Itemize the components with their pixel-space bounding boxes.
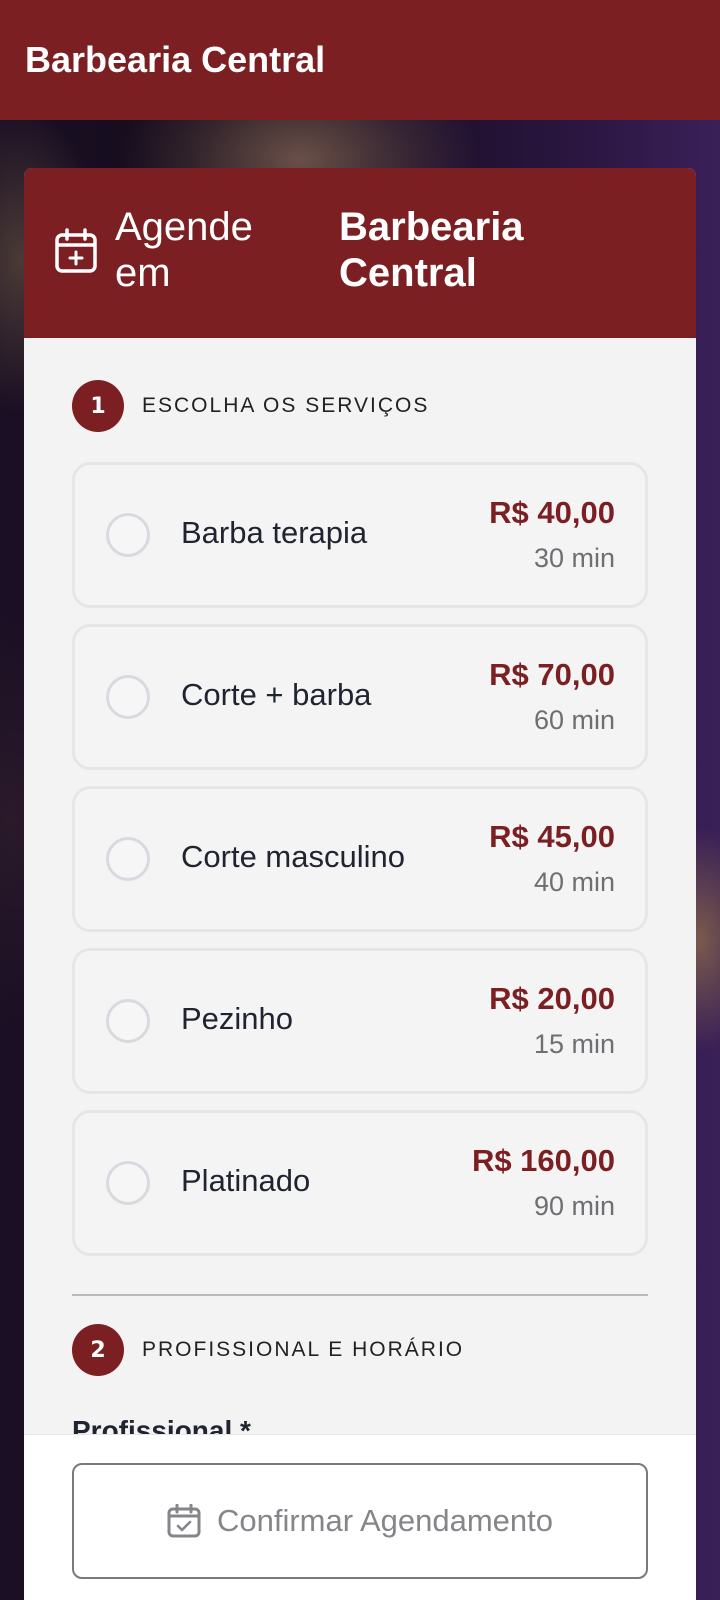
calendar-check-icon bbox=[167, 1504, 201, 1538]
service-duration: 30 min bbox=[533, 543, 615, 573]
section-title: PROFISSIONAL E HORÁRIO bbox=[142, 1338, 465, 1361]
service-name: Platinado bbox=[181, 1163, 311, 1198]
service-option[interactable]: Barba terapia R$ 40,00 30 min bbox=[72, 462, 648, 608]
app-header: Barbearia Central bbox=[0, 0, 720, 120]
booking-card: Agende em Barbearia Central 1 ESCOLHA OS… bbox=[24, 168, 696, 1600]
service-duration: 15 min bbox=[533, 1029, 615, 1059]
booking-heading-shop: Barbearia Central bbox=[339, 205, 524, 295]
section-title: ESCOLHA OS SERVIÇOS bbox=[142, 394, 430, 417]
section-professional-header: 2 PROFISSIONAL E HORÁRIO bbox=[72, 1324, 464, 1376]
service-option[interactable]: Corte masculino R$ 45,00 40 min bbox=[72, 786, 648, 932]
booking-heading-prefix: Agende em bbox=[115, 205, 253, 295]
step-badge: 2 bbox=[72, 1324, 124, 1376]
section-divider bbox=[72, 1294, 648, 1296]
service-radio[interactable] bbox=[106, 999, 150, 1043]
service-name: Pezinho bbox=[181, 1001, 294, 1036]
calendar-plus-icon bbox=[55, 228, 97, 273]
service-price: R$ 45,00 bbox=[489, 819, 615, 854]
service-duration: 40 min bbox=[533, 867, 615, 897]
service-duration: 60 min bbox=[533, 705, 615, 735]
app-title: Barbearia Central bbox=[25, 39, 326, 80]
step-badge: 1 bbox=[72, 380, 124, 432]
service-radio[interactable] bbox=[106, 675, 150, 719]
service-option[interactable]: Platinado R$ 160,00 90 min bbox=[72, 1110, 648, 1256]
service-price: R$ 40,00 bbox=[489, 495, 615, 530]
service-duration: 90 min bbox=[533, 1191, 615, 1221]
service-price: R$ 70,00 bbox=[489, 657, 615, 692]
service-radio[interactable] bbox=[106, 1161, 150, 1205]
confirm-booking-label: Confirmar Agendamento bbox=[216, 1503, 554, 1538]
confirm-booking-button[interactable]: Confirmar Agendamento bbox=[72, 1463, 648, 1579]
service-price: R$ 160,00 bbox=[471, 1143, 615, 1178]
section-services-header: 1 ESCOLHA OS SERVIÇOS bbox=[72, 380, 429, 432]
service-radio[interactable] bbox=[106, 837, 150, 881]
sticky-footer: Confirmar Agendamento bbox=[24, 1434, 696, 1600]
service-option[interactable]: Corte + barba R$ 70,00 60 min bbox=[72, 624, 648, 770]
booking-card-header: Agende em Barbearia Central bbox=[24, 168, 696, 338]
service-name: Corte + barba bbox=[181, 677, 372, 712]
service-name: Corte masculino bbox=[181, 839, 405, 874]
service-radio[interactable] bbox=[106, 513, 150, 557]
service-name: Barba terapia bbox=[181, 515, 368, 550]
service-price: R$ 20,00 bbox=[489, 981, 615, 1016]
service-option[interactable]: Pezinho R$ 20,00 15 min bbox=[72, 948, 648, 1094]
